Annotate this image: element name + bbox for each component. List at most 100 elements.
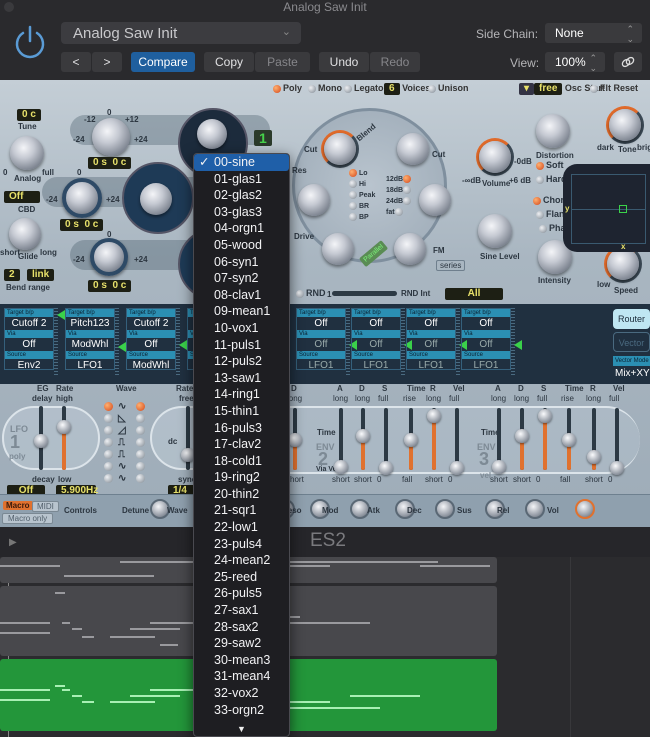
midi-button[interactable]: MIDI [32, 501, 59, 512]
speed-knob[interactable] [607, 248, 639, 280]
xy-cursor[interactable] [619, 205, 627, 213]
legato-option[interactable]: Legato [344, 83, 384, 93]
mod-target-value[interactable]: Cutoff 2 [127, 317, 175, 330]
fm-knob[interactable] [394, 233, 426, 265]
link-button[interactable] [614, 52, 642, 72]
menu-item-wave[interactable]: 13-saw1 [194, 370, 289, 387]
osc1-waveform-knob[interactable] [197, 119, 227, 149]
filter2-cutoff-knob[interactable] [397, 133, 429, 165]
menu-item-wave[interactable]: 28-sax2 [194, 619, 289, 636]
lfo1-wave-option[interactable] [104, 414, 113, 423]
menu-item-wave[interactable]: 20-thin2 [194, 486, 289, 503]
view-zoom-select[interactable]: 100% ⌃ ⌄ [545, 52, 605, 73]
mod-via-value[interactable]: Off [5, 338, 53, 351]
env-slider-handle[interactable] [334, 459, 348, 474]
mod-intensity-handle[interactable] [179, 340, 187, 350]
undo-button[interactable]: Undo [319, 52, 369, 72]
volume-knob[interactable] [479, 141, 511, 173]
menu-item-wave[interactable]: 12-puls2 [194, 353, 289, 370]
menu-item-wave[interactable]: 07-syn2 [194, 270, 289, 287]
lfo1-eg-handle[interactable] [34, 434, 48, 448]
power-icon[interactable] [12, 24, 48, 60]
menu-item-wave[interactable]: 10-vox1 [194, 320, 289, 337]
vector-mode-value[interactable]: Mix+XY [613, 367, 650, 380]
lfo1-wave-option[interactable] [104, 462, 113, 471]
lfo2-wave-option[interactable] [136, 462, 145, 471]
mod-intensity-handle[interactable] [57, 310, 65, 320]
menu-item-wave[interactable]: 03-glas3 [194, 204, 289, 221]
menu-item-wave[interactable]: 26-puls5 [194, 585, 289, 602]
menu-item-wave[interactable]: 27-sax1 [194, 602, 289, 619]
compare-button[interactable]: Compare [131, 52, 195, 72]
redo-button[interactable]: Redo [370, 52, 420, 72]
filter1-type-option[interactable]: Peak [349, 191, 375, 202]
mod-source-value[interactable]: Env2 [5, 359, 53, 372]
rnd-button[interactable]: RND [296, 288, 326, 298]
mod-target-value[interactable]: Off [407, 317, 455, 330]
menu-item-wave[interactable]: 14-ring1 [194, 386, 289, 403]
dist-soft-option[interactable]: Soft [536, 160, 564, 170]
menu-item-wave[interactable]: 30-mean3 [194, 652, 289, 669]
menu-item-wave[interactable]: 04-orgn1 [194, 220, 289, 237]
menu-item-wave[interactable]: 01-glas1 [194, 171, 289, 188]
menu-item-wave[interactable]: 29-saw2 [194, 635, 289, 652]
router-view-button[interactable]: Router [613, 309, 650, 329]
lfo2-wave-option[interactable] [136, 474, 145, 483]
macro-knob[interactable] [525, 499, 545, 519]
mod-via-value[interactable]: Off [462, 338, 510, 351]
menu-item-wave[interactable]: 18-cold1 [194, 453, 289, 470]
poly-option[interactable]: Poly [273, 83, 302, 93]
filter1-type-option[interactable]: BP [349, 213, 375, 224]
osc2-waveform-knob[interactable] [140, 183, 172, 215]
env-slider-handle[interactable] [492, 459, 506, 474]
menu-item-wave[interactable]: 31-mean4 [194, 668, 289, 685]
previous-preset-button[interactable]: < [61, 52, 91, 72]
mod-source-value[interactable]: LFO1 [66, 359, 114, 372]
filter2-type-option[interactable]: 24dB [386, 197, 413, 208]
side-chain-select[interactable]: None ⌃ ⌄ [545, 23, 642, 44]
mod-target-value[interactable]: Off [352, 317, 400, 330]
rnd-int-slider[interactable] [332, 291, 397, 296]
menu-item-wave[interactable]: 16-puls3 [194, 420, 289, 437]
drive-knob[interactable] [322, 233, 354, 265]
lfo2-wave-option[interactable] [136, 450, 145, 459]
menu-item-wave[interactable]: 19-ring2 [194, 469, 289, 486]
scroll-down-arrow-icon[interactable]: ▼ [194, 724, 289, 734]
filter1-type-option[interactable]: Lo [349, 169, 375, 180]
filter2-resonance-knob[interactable] [419, 184, 451, 216]
preset-selector[interactable]: Analog Saw Init ⌄ [61, 22, 301, 44]
mod-via-value[interactable]: Off [297, 338, 345, 351]
menu-item-wave[interactable]: 02-glas2 [194, 187, 289, 204]
filter2-type-option[interactable]: fat [386, 208, 413, 219]
tune-value[interactable]: 0 c [17, 109, 41, 121]
macro-knob[interactable] [435, 499, 455, 519]
lfo2-wave-option[interactable] [136, 402, 145, 411]
mod-via-value[interactable]: ModWhl [66, 338, 114, 351]
rnd-target[interactable]: All [445, 288, 503, 300]
menu-item-wave[interactable]: 05-wood [194, 237, 289, 254]
menu-item-wave[interactable]: ✓ 00-sine [194, 154, 289, 171]
glide-knob[interactable] [9, 218, 41, 250]
filter1-cutoff-knob[interactable] [324, 133, 356, 165]
copy-button[interactable]: Copy [204, 52, 254, 72]
menu-item-wave[interactable]: 08-clav1 [194, 287, 289, 304]
macro-knob[interactable] [575, 499, 595, 519]
env-slider-handle[interactable] [427, 409, 441, 424]
menu-item-wave[interactable]: 15-thin1 [194, 403, 289, 420]
filter1-type-option[interactable]: Hi [349, 180, 375, 191]
menu-item-wave[interactable]: 23-puls4 [194, 536, 289, 553]
env-slider-handle[interactable] [587, 450, 601, 464]
mod-source-value[interactable]: LFO1 [407, 359, 455, 372]
menu-item-wave[interactable]: 11-puls1 [194, 337, 289, 354]
macro-button[interactable]: Macro [3, 501, 33, 510]
analog-knob[interactable] [10, 136, 44, 170]
mod-source-value[interactable]: LFO1 [462, 359, 510, 372]
lfo1-rate-handle[interactable] [57, 420, 71, 434]
sine-level-knob[interactable] [478, 214, 512, 248]
mod-target-value[interactable]: Cutoff 2 [5, 317, 53, 330]
lfo2-wave-option[interactable] [136, 414, 145, 423]
dist-hard-option[interactable]: Hard [536, 174, 567, 184]
menu-item-wave[interactable]: 32-vox2 [194, 685, 289, 702]
menu-item-wave[interactable]: 21-sqr1 [194, 502, 289, 519]
voices-field[interactable]: 6 Voices [384, 83, 430, 95]
